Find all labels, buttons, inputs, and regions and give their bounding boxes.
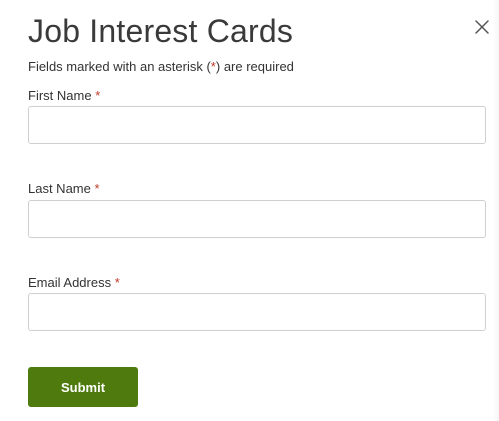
first-name-label: First Name * xyxy=(28,88,100,104)
last-name-input[interactable] xyxy=(28,200,486,238)
required-fields-note: Fields marked with an asterisk (*) are r… xyxy=(28,59,294,75)
first-name-required-asterisk: * xyxy=(95,88,101,103)
modal-title: Job Interest Cards xyxy=(28,13,294,49)
last-name-label: Last Name * xyxy=(28,181,100,197)
job-interest-modal: Job Interest Cards Fields marked with an… xyxy=(0,0,499,421)
first-name-input[interactable] xyxy=(28,106,486,144)
last-name-required-asterisk: * xyxy=(94,181,100,196)
modal-edge-shadow xyxy=(493,0,499,421)
email-address-label-text: Email Address xyxy=(28,275,112,290)
required-note-text-after: are required xyxy=(220,59,294,74)
email-address-input[interactable] xyxy=(28,293,486,331)
close-button[interactable] xyxy=(469,12,495,42)
required-note-text-before: Fields marked with an asterisk xyxy=(28,59,207,74)
first-name-label-text: First Name xyxy=(28,88,92,103)
last-name-label-text: Last Name xyxy=(28,181,91,196)
submit-button[interactable]: Submit xyxy=(28,367,138,407)
email-address-required-asterisk: * xyxy=(114,275,120,290)
close-icon xyxy=(475,20,489,34)
email-address-label: Email Address * xyxy=(28,275,120,291)
